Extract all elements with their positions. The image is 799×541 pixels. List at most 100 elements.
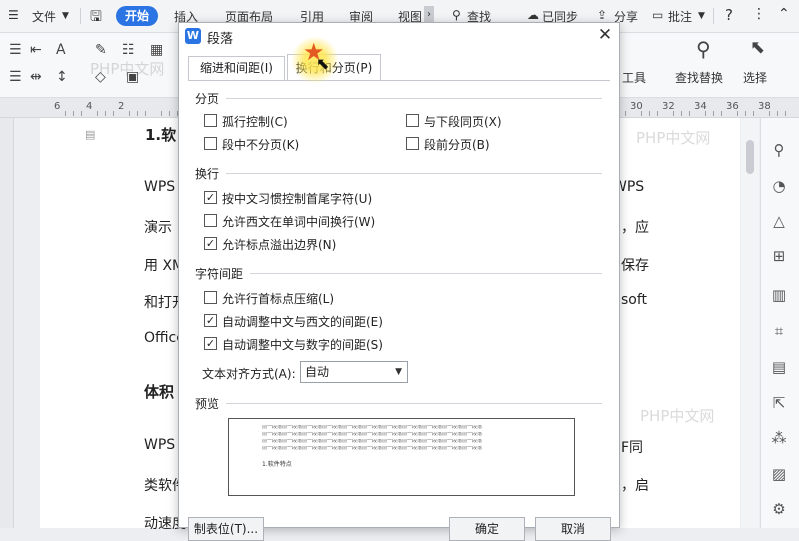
divider: [226, 403, 602, 404]
ruler-tick: [657, 111, 658, 116]
apps-icon[interactable]: ⁂: [770, 429, 788, 447]
tab-start[interactable]: 开始: [116, 6, 158, 26]
font-size-icon[interactable]: A: [56, 43, 66, 57]
line-spacing-icon[interactable]: ↕: [56, 70, 68, 84]
section-char-spacing: 字符间距: [195, 267, 244, 281]
checkbox-label: 自动调整中文与西文的间距(E): [222, 315, 383, 329]
doc-text: F同: [621, 440, 644, 456]
text-align-label: 文本对齐方式(A):: [202, 367, 296, 381]
checkbox-label: 与下段同页(X): [424, 115, 502, 129]
justify-icon[interactable]: ☰: [9, 70, 22, 84]
shading-icon[interactable]: ◇: [95, 70, 106, 84]
checkbox[interactable]: [204, 214, 217, 227]
grid-icon[interactable]: ⊞: [770, 247, 788, 265]
list-icon[interactable]: ☷: [122, 43, 135, 57]
tab-indent-spacing[interactable]: 缩进和间距(I): [188, 56, 285, 80]
ruler-number: 4: [86, 101, 93, 112]
ruler-number: 2: [118, 101, 125, 112]
ruler-tick: [753, 111, 754, 116]
scrollbar-thumb[interactable]: [746, 140, 754, 174]
divider: [226, 173, 602, 174]
ruler-tick: [649, 111, 650, 116]
vertical-ruler[interactable]: [0, 118, 14, 528]
checkbox[interactable]: [204, 137, 217, 150]
cancel-button[interactable]: 取消: [535, 517, 611, 541]
clipboard-icon[interactable]: ▤: [770, 358, 788, 376]
save-icon[interactable]: 🖫: [90, 6, 102, 30]
style-icon[interactable]: △: [770, 212, 788, 230]
location-icon[interactable]: ⚲: [770, 141, 788, 159]
checkbox-label: 允许标点溢出边界(N): [222, 238, 337, 252]
ruler-tick: [169, 111, 170, 116]
checkbox-label: 孤行控制(C): [222, 115, 288, 129]
align-left-icon[interactable]: ☰: [9, 43, 22, 57]
border-icon[interactable]: ▣: [126, 70, 139, 84]
table-icon[interactable]: ▦: [150, 43, 163, 57]
settings-icon[interactable]: ⚙: [770, 500, 788, 518]
ruler-tick: [777, 111, 778, 116]
ruler-tick: [145, 111, 146, 116]
help-button[interactable]: ?: [725, 6, 733, 24]
share-icon: ⇪: [597, 8, 608, 22]
search-icon[interactable]: ⚲: [452, 8, 461, 22]
checkbox[interactable]: [406, 114, 419, 127]
indent-icon[interactable]: ⇤: [30, 43, 42, 57]
tools-button[interactable]: 工具: [622, 69, 646, 86]
close-icon[interactable]: ✕: [594, 24, 616, 46]
checkbox[interactable]: [204, 291, 217, 304]
checkbox[interactable]: [204, 114, 217, 127]
ruler-tick: [73, 111, 74, 116]
checkbox[interactable]: ✓: [204, 237, 217, 250]
cursor-select-icon[interactable]: ⬉: [750, 39, 765, 57]
distribute-icon[interactable]: ⇹: [30, 70, 42, 84]
checkbox-label: 允许行首标点压缩(L): [222, 292, 335, 306]
select-button[interactable]: 选择: [743, 69, 767, 86]
section-preview: 预览: [195, 397, 220, 411]
paragraph-dialog: W 段落 ✕ 缩进和间距(I) 换行和分页(P) 分页 孤行控制(C) 与下段同…: [178, 22, 620, 541]
share-out-icon[interactable]: ⇱: [770, 394, 788, 412]
chevron-down-icon[interactable]: ▼: [698, 11, 705, 21]
ruler-number: 6: [54, 101, 61, 112]
section-pagination: 分页: [195, 92, 220, 106]
tabs-button[interactable]: 制表位(T)...: [188, 517, 264, 541]
checkbox[interactable]: [406, 137, 419, 150]
text-align-select[interactable]: 自动 ▼: [300, 361, 408, 383]
more-options-icon[interactable]: ⋮: [752, 6, 766, 22]
vertical-scrollbar[interactable]: [741, 118, 759, 528]
ruler-tick: [745, 111, 746, 116]
ruler-tick: [161, 111, 162, 116]
search-icon[interactable]: ⚲: [696, 39, 711, 59]
shapes-icon[interactable]: ◔: [770, 177, 788, 195]
checkbox-label: 按中文习惯控制首尾字符(U): [222, 192, 373, 206]
ok-button[interactable]: 确定: [449, 517, 525, 541]
preview-line: 前一段落前一段落前一段落前一段落前一段落前一段落前一段落前一段落前一段落前一段落…: [262, 432, 483, 437]
image-icon[interactable]: ▨: [770, 465, 788, 483]
paragraph-style-icon[interactable]: ✎: [95, 43, 107, 57]
divider: [713, 8, 714, 24]
doc-text: 演示: [144, 220, 172, 236]
menu-file[interactable]: 文件: [32, 8, 56, 25]
ruler-tick: [129, 111, 130, 116]
ruler-tick: [673, 111, 674, 116]
ruler-tick: [705, 111, 706, 116]
find-replace-button[interactable]: 查找替换: [675, 69, 723, 86]
preview-box: 前一段落前一段落前一段落前一段落前一段落前一段落前一段落前一段落前一段落前一段落…: [228, 418, 575, 496]
checkbox[interactable]: ✓: [204, 314, 217, 327]
comment-button[interactable]: 批注: [668, 8, 692, 25]
ruler-tick: [689, 111, 690, 116]
checkbox[interactable]: ✓: [204, 191, 217, 204]
chevron-down-icon[interactable]: ▼: [62, 11, 69, 21]
preview-line: 前一段落前一段落前一段落前一段落前一段落前一段落前一段落前一段落前一段落前一段落…: [262, 439, 483, 444]
chevron-down-icon[interactable]: ▼: [395, 362, 402, 382]
menu-icon[interactable]: ☰: [8, 8, 19, 22]
doc-heading: 1.软: [145, 126, 177, 144]
doc-nav-icon[interactable]: ▤: [85, 128, 95, 141]
collapse-icon[interactable]: ⌃: [778, 6, 790, 22]
section-linebreak: 换行: [195, 167, 220, 181]
crop-icon[interactable]: ⌗: [770, 322, 788, 340]
checkbox[interactable]: ✓: [204, 337, 217, 350]
text-align-value: 自动: [305, 365, 330, 379]
ruler-tick: [81, 111, 82, 116]
chart-icon[interactable]: ▥: [770, 286, 788, 304]
dialog-title-bar[interactable]: W 段落 ✕: [179, 23, 619, 49]
